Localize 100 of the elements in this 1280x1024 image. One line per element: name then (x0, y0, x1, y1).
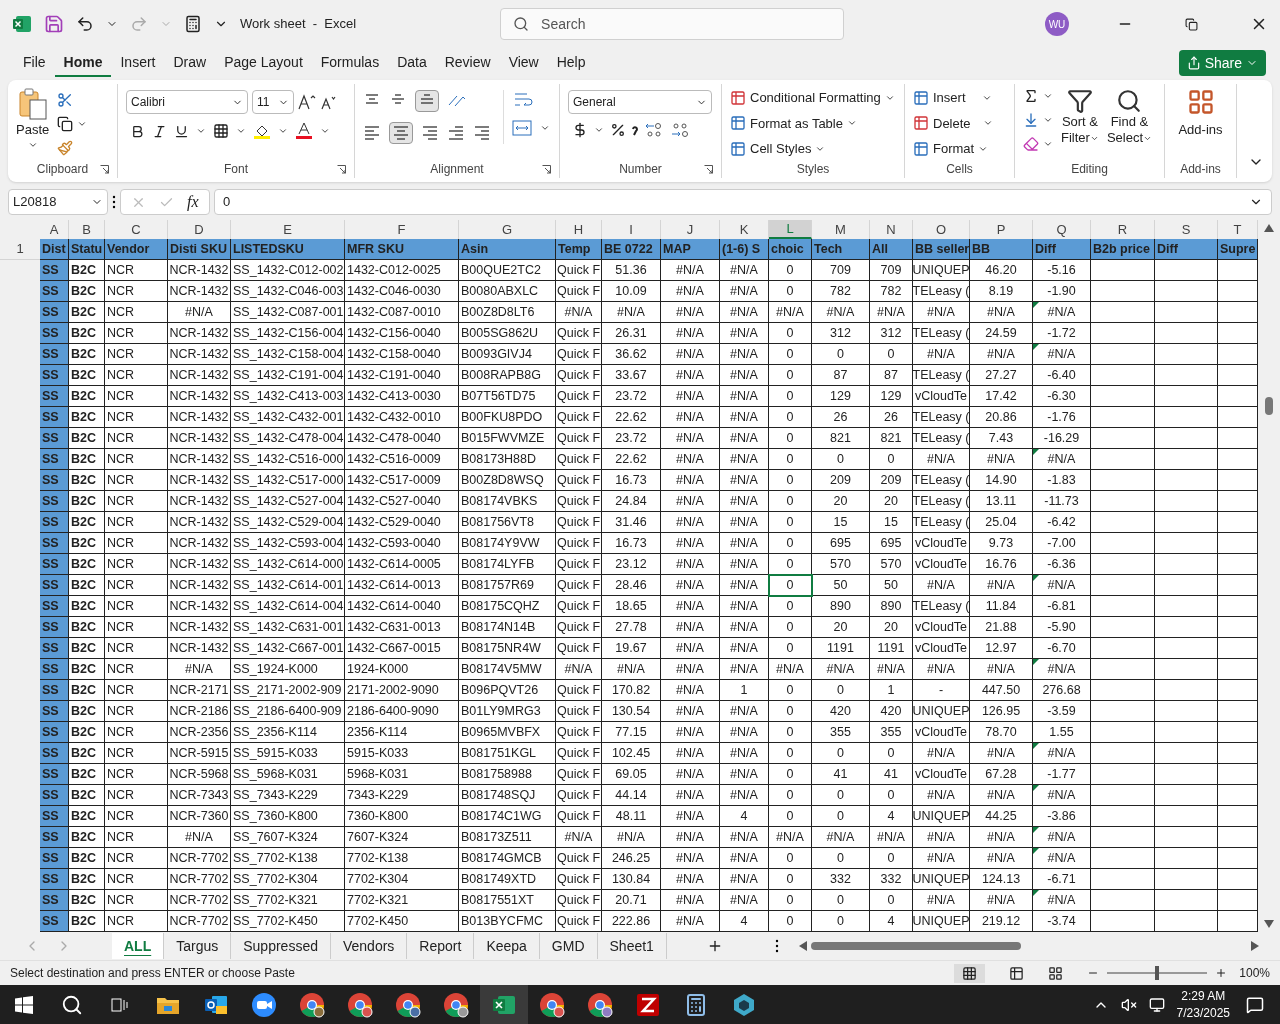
search-icon[interactable] (61, 993, 83, 1016)
browser-icon[interactable] (347, 991, 373, 1018)
save-icon[interactable] (44, 14, 64, 34)
spreadsheet-app-icon[interactable] (492, 993, 516, 1016)
merge-cells-icon[interactable] (512, 120, 532, 136)
find-select-button[interactable]: Find & Select (1106, 88, 1153, 152)
menu-tab[interactable]: Page Layout (215, 49, 312, 77)
add-ins-button[interactable]: Add-ins (1173, 84, 1228, 140)
browser-icon[interactable] (443, 991, 469, 1018)
delete-cells-button[interactable]: Delete (913, 113, 1006, 133)
insert-function-button[interactable]: fx (187, 190, 199, 214)
shrink-font-icon[interactable] (320, 94, 336, 110)
calculator-icon[interactable] (684, 992, 708, 1017)
format-cells-button[interactable]: Format (913, 139, 1006, 159)
dialog-launcher-icon[interactable] (542, 164, 551, 174)
user-avatar[interactable]: WU (1045, 12, 1069, 36)
dialog-launcher-icon[interactable] (704, 164, 713, 174)
scroll-thumb[interactable] (1265, 397, 1273, 415)
conditional-formatting-button[interactable]: Conditional Formatting (730, 88, 896, 108)
calculator-icon[interactable] (184, 15, 202, 33)
font-size-dropdown[interactable]: 11 (252, 90, 294, 114)
currency-icon[interactable] (572, 122, 588, 138)
dialog-launcher-icon[interactable] (100, 164, 109, 174)
sheet-tab[interactable]: Vendors (330, 933, 408, 959)
percent-icon[interactable] (610, 122, 626, 138)
sheet-tab[interactable]: Sheet1 (597, 933, 667, 959)
font-name-dropdown[interactable]: Calibri (126, 90, 248, 114)
undo-icon[interactable] (76, 15, 94, 33)
page-layout-icon[interactable] (1009, 965, 1025, 981)
browser-icon[interactable] (587, 991, 613, 1018)
copy-icon[interactable] (57, 116, 74, 132)
menu-tab[interactable]: Insert (111, 49, 165, 77)
share-button[interactable]: Share (1178, 50, 1266, 76)
browser-icon[interactable] (299, 991, 325, 1018)
ftp-app-icon[interactable] (636, 992, 660, 1017)
caret-icon[interactable] (1043, 139, 1053, 149)
caret-icon[interactable] (236, 126, 246, 136)
menu-tab[interactable]: File (14, 49, 55, 77)
format-painter-icon[interactable] (57, 140, 74, 156)
more-icon[interactable] (112, 195, 116, 209)
font-color-icon[interactable] (295, 122, 313, 140)
caret-icon[interactable] (196, 126, 206, 136)
clock-time[interactable]: 2:29 AM (1181, 987, 1226, 1005)
align-right-icon[interactable] (421, 125, 439, 141)
browser-icon[interactable] (539, 991, 565, 1018)
paste-label[interactable]: Paste (16, 120, 50, 140)
format-as-table-button[interactable]: Format as Table (730, 113, 896, 133)
formula-input[interactable]: 0 (214, 189, 1272, 215)
task-view-icon[interactable] (111, 996, 129, 1013)
italic-icon[interactable] (152, 123, 167, 139)
scroll-left-icon[interactable] (798, 941, 807, 951)
page-break-icon[interactable] (1048, 965, 1064, 981)
increase-indent-icon[interactable] (473, 125, 491, 141)
clock-date[interactable]: 7/23/2025 (1176, 1004, 1230, 1022)
name-box[interactable]: L20818 (8, 189, 108, 215)
sheet-tab[interactable]: GMD (539, 933, 598, 959)
scroll-down-icon[interactable] (1264, 920, 1274, 928)
caret-icon[interactable] (320, 126, 330, 136)
sort-filter-button[interactable]: Sort & Filter (1061, 88, 1099, 152)
sheet-tab[interactable]: ALL (112, 933, 165, 959)
menu-tab[interactable]: Help (547, 49, 595, 77)
caret-icon[interactable] (594, 125, 604, 135)
search-field[interactable]: Search (500, 8, 845, 40)
caret-icon[interactable] (1043, 115, 1053, 125)
zoom-in-icon[interactable] (1215, 967, 1228, 979)
caret-icon[interactable] (540, 123, 550, 133)
autosum-icon[interactable] (1023, 88, 1039, 104)
caret-icon[interactable] (278, 126, 288, 136)
menu-tab[interactable]: Draw (164, 49, 216, 77)
muted-speaker-icon[interactable] (1120, 996, 1137, 1013)
network-icon[interactable] (1148, 996, 1165, 1013)
zoom-slider-thumb[interactable] (1155, 966, 1160, 980)
insert-cells-button[interactable]: Insert (913, 88, 1006, 108)
more-icon[interactable] (774, 939, 779, 953)
scroll-thumb[interactable] (810, 942, 1021, 950)
fill-icon[interactable] (1023, 112, 1039, 128)
cell-styles-button[interactable]: Cell Styles (730, 139, 896, 159)
cut-icon[interactable] (57, 92, 74, 108)
caret-icon[interactable] (1043, 91, 1053, 101)
caret-icon[interactable] (77, 119, 88, 129)
menu-tab[interactable]: Formulas (311, 49, 389, 77)
horizontal-scrollbar[interactable] (798, 939, 1259, 953)
start-icon[interactable] (15, 995, 33, 1014)
restore-icon[interactable] (1185, 17, 1198, 31)
number-format-dropdown[interactable]: General (568, 90, 712, 114)
clear-icon[interactable] (1023, 136, 1039, 152)
sheet-tab[interactable]: Targus (164, 933, 232, 959)
menu-tab[interactable]: View (499, 49, 548, 77)
grow-font-icon[interactable] (298, 94, 316, 110)
browser-icon[interactable] (395, 991, 421, 1018)
sheet-tab[interactable]: Suppressed (231, 933, 331, 959)
bold-icon[interactable] (130, 123, 145, 139)
zoom-level[interactable]: 100% (1239, 964, 1270, 982)
paste-icon[interactable] (17, 88, 48, 120)
decrease-decimal-icon[interactable] (670, 122, 690, 138)
sheet-tab[interactable]: Report (407, 933, 475, 959)
notifications-icon[interactable] (1246, 995, 1264, 1014)
scroll-right-icon[interactable] (1250, 941, 1259, 951)
video-call-icon[interactable] (251, 991, 277, 1018)
underline-icon[interactable] (174, 123, 189, 139)
